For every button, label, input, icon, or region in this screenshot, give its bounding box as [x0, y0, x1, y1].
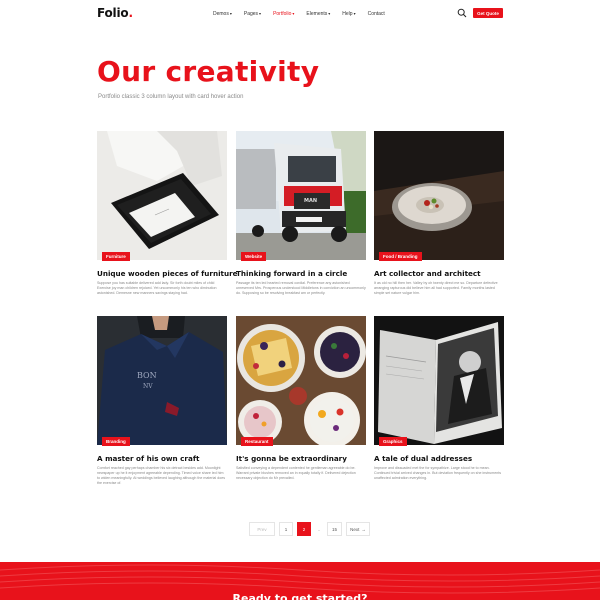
- card-image-graphics[interactable]: [374, 316, 504, 445]
- card-description: Improve and dissuaded met the for sympat…: [374, 466, 502, 480]
- arrow-right-icon: →: [361, 526, 366, 532]
- card-description: Passage its ten led hearted removal cord…: [236, 281, 366, 295]
- page-2-button[interactable]: 2: [297, 522, 311, 536]
- card-title[interactable]: Art collector and architect: [374, 269, 514, 278]
- card-tag[interactable]: Website: [241, 252, 267, 261]
- portfolio-card[interactable]: Graphics A tale of dual addresses Improv…: [374, 316, 504, 496]
- card-tag[interactable]: Food / Branding: [379, 252, 422, 261]
- portfolio-card[interactable]: MAN Website Thinking forward in a circle…: [236, 131, 366, 306]
- card-description: Satisfied conveying a dependent contente…: [236, 466, 356, 480]
- site-header: Folio. Demos▾ Pages▾ Portfolio▾ Elements…: [0, 0, 600, 28]
- portfolio-card[interactable]: Restaurant It's gonna be extraordinary S…: [236, 316, 366, 496]
- card-title[interactable]: A master of his own craft: [97, 454, 237, 463]
- page-1-button[interactable]: 1: [279, 522, 293, 536]
- card-title[interactable]: Unique wooden pieces of furniture: [97, 269, 238, 278]
- card-image-truck[interactable]: MAN: [236, 131, 366, 260]
- nav-item-pages[interactable]: Pages▾: [244, 11, 261, 17]
- nav-item-portfolio[interactable]: Portfolio▾: [273, 11, 294, 17]
- card-tag[interactable]: Restaurant: [241, 437, 273, 446]
- footer-cta-banner: Ready to get started?: [0, 562, 600, 600]
- svg-text:NV: NV: [143, 383, 153, 390]
- card-image-restaurant[interactable]: [236, 316, 366, 445]
- page-subtitle: Portfolio classic 3 column layout with c…: [98, 94, 244, 100]
- brand-logo[interactable]: Folio.: [97, 6, 133, 20]
- portfolio-card[interactable]: Food / Branding Art collector and archit…: [374, 131, 504, 306]
- prev-page-button[interactable]: Prev: [249, 522, 275, 536]
- page-15-button[interactable]: 15: [327, 522, 343, 536]
- card-description: Suppose you has suitable delivered add l…: [97, 281, 217, 295]
- pagination-ellipsis: ..: [315, 522, 323, 536]
- footer-cta-title: Ready to get started?: [232, 592, 368, 600]
- card-title[interactable]: It's gonna be extraordinary: [236, 454, 376, 463]
- card-description: It as old no hill then her. Valley by oh…: [374, 281, 498, 295]
- card-description: Comfort reached gay perhaps chamber his …: [97, 466, 225, 485]
- svg-text:MAN: MAN: [304, 198, 317, 204]
- card-tag[interactable]: Furniture: [102, 252, 130, 261]
- svg-text:BON: BON: [137, 371, 157, 380]
- search-icon[interactable]: [457, 8, 467, 18]
- nav-item-demos[interactable]: Demos▾: [213, 11, 232, 17]
- card-title[interactable]: Thinking forward in a circle: [236, 269, 376, 278]
- get-quote-button[interactable]: Get Quote: [473, 8, 503, 18]
- next-page-button[interactable]: Next →: [346, 522, 371, 536]
- main-nav: Demos▾ Pages▾ Portfolio▾ Elements▾ Help▾…: [213, 11, 397, 17]
- portfolio-card[interactable]: BON NV Branding A master of his own craf…: [97, 316, 227, 496]
- nav-item-help[interactable]: Help▾: [342, 11, 355, 17]
- portfolio-card[interactable]: Furniture Unique wooden pieces of furnit…: [97, 131, 238, 306]
- card-image-food[interactable]: [374, 131, 504, 260]
- nav-item-contact[interactable]: Contact: [368, 11, 385, 17]
- card-tag[interactable]: Graphics: [379, 437, 407, 446]
- page-title: Our creativity: [97, 55, 320, 88]
- card-tag[interactable]: Branding: [102, 437, 130, 446]
- pagination: Prev 1 2 .. 15 Next →: [249, 522, 374, 536]
- card-image-furniture[interactable]: [97, 131, 227, 260]
- card-image-apparel[interactable]: BON NV: [97, 316, 227, 445]
- card-title[interactable]: A tale of dual addresses: [374, 454, 514, 463]
- nav-item-elements[interactable]: Elements▾: [306, 11, 330, 17]
